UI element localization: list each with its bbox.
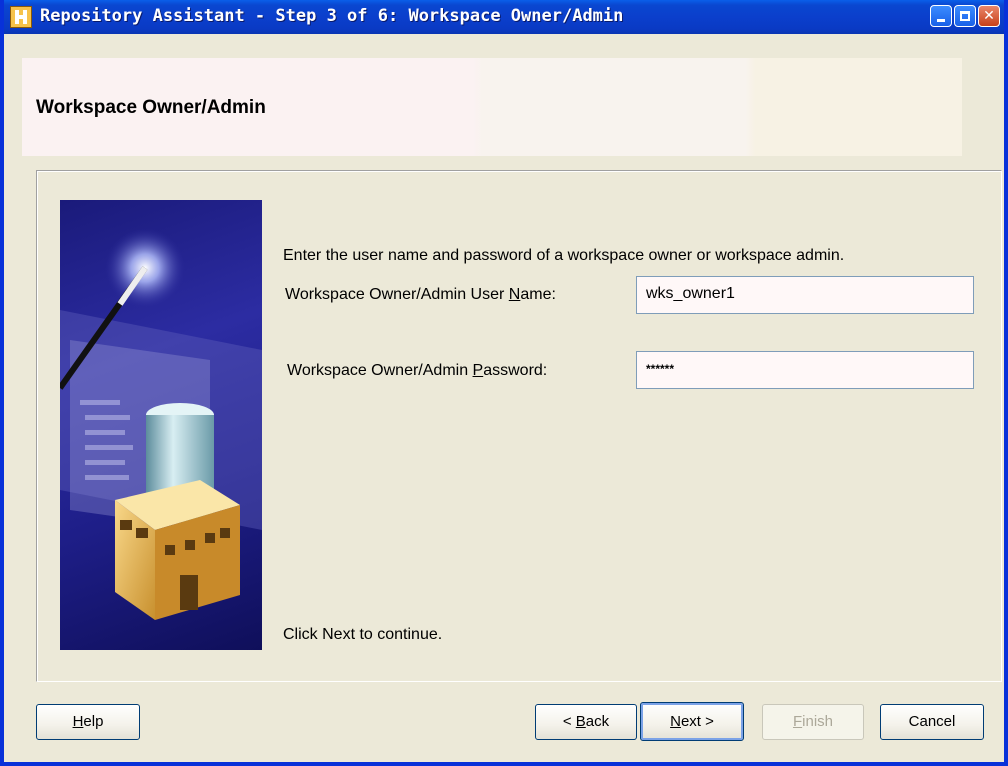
next-button[interactable]: Next > — [640, 702, 744, 741]
step-header: Workspace Owner/Admin — [22, 58, 962, 156]
password-label: Workspace Owner/Admin Password: — [287, 362, 548, 379]
app-icon — [10, 6, 32, 28]
wizard-illustration — [60, 200, 262, 650]
username-label: Workspace Owner/Admin User Name: — [285, 286, 556, 303]
maximize-button[interactable] — [954, 5, 976, 27]
continue-hint: Click Next to continue. — [283, 626, 443, 643]
finish-button[interactable]: Finish — [762, 704, 864, 740]
cancel-button[interactable]: Cancel — [880, 704, 984, 740]
minimize-icon — [937, 19, 945, 22]
page-title: Workspace Owner/Admin — [36, 97, 266, 118]
close-icon: ✕ — [983, 8, 995, 24]
help-button[interactable]: Help — [36, 704, 140, 740]
instruction-text: Enter the user name and password of a wo… — [283, 247, 845, 264]
back-button[interactable]: < Back — [535, 704, 637, 740]
title-bar[interactable]: Repository Assistant - Step 3 of 6: Work… — [4, 0, 1004, 34]
password-input[interactable]: ****** — [636, 351, 974, 389]
wizard-illustration-art — [60, 228, 262, 620]
maximize-icon — [960, 11, 970, 21]
window-title: Repository Assistant - Step 3 of 6: Work… — [40, 6, 624, 26]
username-input[interactable]: wks_owner1 — [636, 276, 974, 314]
close-button[interactable]: ✕ — [978, 5, 1000, 27]
minimize-button[interactable] — [930, 5, 952, 27]
